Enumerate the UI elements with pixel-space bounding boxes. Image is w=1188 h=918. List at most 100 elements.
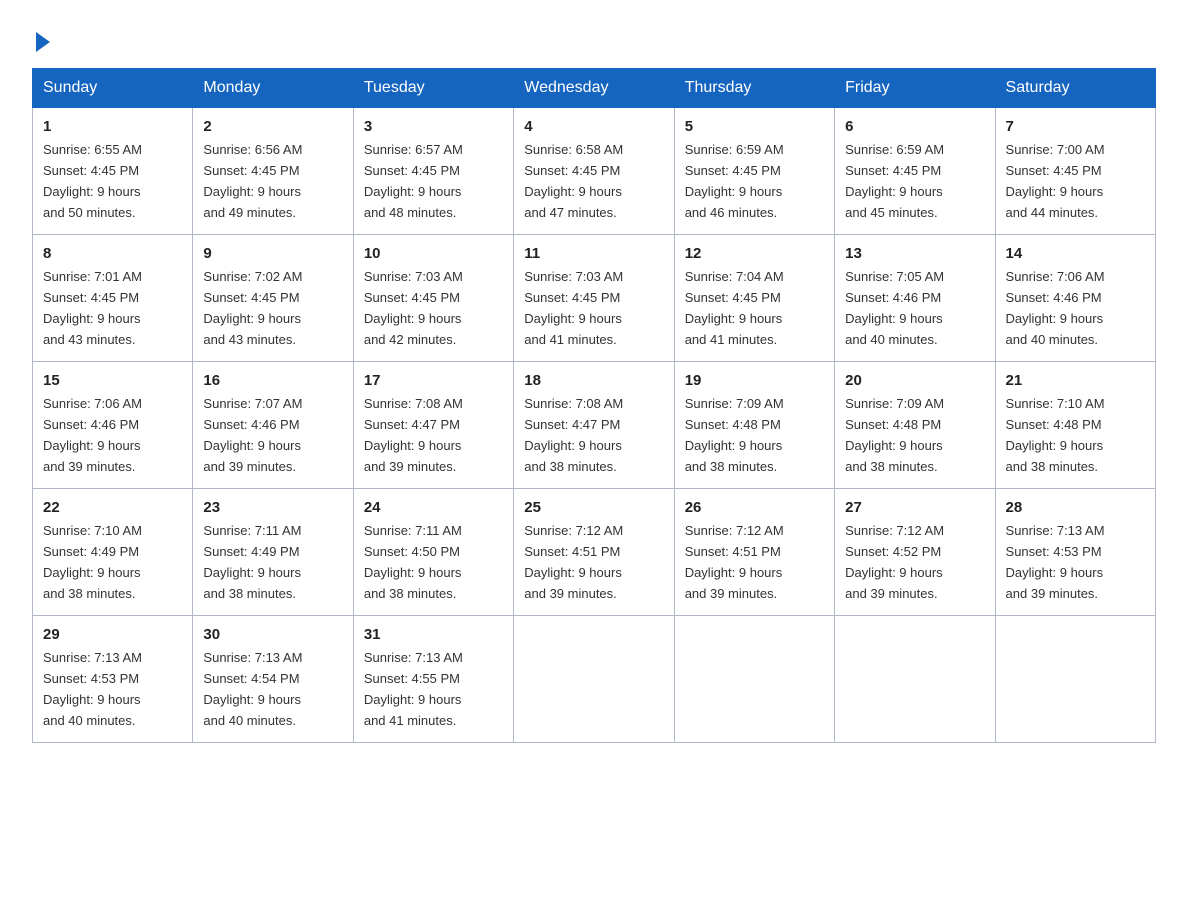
calendar-cell: 12 Sunrise: 7:04 AMSunset: 4:45 PMDayligh… <box>674 234 834 361</box>
calendar-cell: 2 Sunrise: 6:56 AMSunset: 4:45 PMDaylight… <box>193 108 353 235</box>
day-number: 27 <box>845 496 984 519</box>
calendar-table: SundayMondayTuesdayWednesdayThursdayFrid… <box>32 68 1156 743</box>
day-number: 9 <box>203 242 342 265</box>
day-info: Sunrise: 7:09 AMSunset: 4:48 PMDaylight:… <box>685 396 784 474</box>
day-number: 25 <box>524 496 663 519</box>
calendar-cell: 5 Sunrise: 6:59 AMSunset: 4:45 PMDaylight… <box>674 108 834 235</box>
day-info: Sunrise: 6:58 AMSunset: 4:45 PMDaylight:… <box>524 142 623 220</box>
day-number: 29 <box>43 623 182 646</box>
calendar-cell: 29 Sunrise: 7:13 AMSunset: 4:53 PMDayligh… <box>33 615 193 742</box>
calendar-cell: 3Sunrise: 6:57 AMSunset: 4:45 PMDaylight… <box>353 108 513 235</box>
day-info: Sunrise: 7:07 AMSunset: 4:46 PMDaylight:… <box>203 396 302 474</box>
day-info: Sunrise: 7:12 AMSunset: 4:51 PMDaylight:… <box>524 523 623 601</box>
calendar-cell: 14 Sunrise: 7:06 AMSunset: 4:46 PMDayligh… <box>995 234 1155 361</box>
day-info: Sunrise: 6:55 AMSunset: 4:45 PMDaylight:… <box>43 142 142 220</box>
day-number: 30 <box>203 623 342 646</box>
calendar-cell: 31 Sunrise: 7:13 AMSunset: 4:55 PMDayligh… <box>353 615 513 742</box>
calendar-cell: 27 Sunrise: 7:12 AMSunset: 4:52 PMDayligh… <box>835 488 995 615</box>
header-saturday: Saturday <box>995 69 1155 108</box>
day-info: Sunrise: 7:00 AMSunset: 4:45 PMDaylight:… <box>1006 142 1105 220</box>
day-number: 20 <box>845 369 984 392</box>
header-tuesday: Tuesday <box>353 69 513 108</box>
day-number: 31 <box>364 623 503 646</box>
day-info: Sunrise: 7:10 AMSunset: 4:48 PMDaylight:… <box>1006 396 1105 474</box>
day-info: Sunrise: 7:02 AMSunset: 4:45 PMDaylight:… <box>203 269 302 347</box>
calendar-cell: 13Sunrise: 7:05 AMSunset: 4:46 PMDayligh… <box>835 234 995 361</box>
day-number: 16 <box>203 369 342 392</box>
day-info: Sunrise: 7:13 AMSunset: 4:53 PMDaylight:… <box>1006 523 1105 601</box>
calendar-cell: 30Sunrise: 7:13 AMSunset: 4:54 PMDayligh… <box>193 615 353 742</box>
header-thursday: Thursday <box>674 69 834 108</box>
day-number: 5 <box>685 115 824 138</box>
weekday-header-row: SundayMondayTuesdayWednesdayThursdayFrid… <box>33 69 1156 108</box>
day-number: 2 <box>203 115 342 138</box>
calendar-cell <box>514 615 674 742</box>
day-info: Sunrise: 7:13 AMSunset: 4:53 PMDaylight:… <box>43 650 142 728</box>
day-info: Sunrise: 6:56 AMSunset: 4:45 PMDaylight:… <box>203 142 302 220</box>
calendar-cell: 17 Sunrise: 7:08 AMSunset: 4:47 PMDayligh… <box>353 361 513 488</box>
header-wednesday: Wednesday <box>514 69 674 108</box>
day-info: Sunrise: 7:09 AMSunset: 4:48 PMDaylight:… <box>845 396 944 474</box>
day-number: 14 <box>1006 242 1145 265</box>
day-number: 13 <box>845 242 984 265</box>
logo-blue-text <box>32 30 50 50</box>
calendar-cell: 11Sunrise: 7:03 AMSunset: 4:45 PMDayligh… <box>514 234 674 361</box>
day-number: 26 <box>685 496 824 519</box>
day-number: 8 <box>43 242 182 265</box>
logo <box>32 24 50 50</box>
day-info: Sunrise: 7:08 AMSunset: 4:47 PMDaylight:… <box>364 396 463 474</box>
calendar-cell: 20 Sunrise: 7:09 AMSunset: 4:48 PMDayligh… <box>835 361 995 488</box>
day-info: Sunrise: 7:10 AMSunset: 4:49 PMDaylight:… <box>43 523 142 601</box>
calendar-cell: 18 Sunrise: 7:08 AMSunset: 4:47 PMDayligh… <box>514 361 674 488</box>
week-row-2: 8 Sunrise: 7:01 AMSunset: 4:45 PMDaylight… <box>33 234 1156 361</box>
day-info: Sunrise: 7:01 AMSunset: 4:45 PMDaylight:… <box>43 269 142 347</box>
day-number: 17 <box>364 369 503 392</box>
day-number: 23 <box>203 496 342 519</box>
logo-arrow-icon <box>36 32 50 52</box>
day-info: Sunrise: 7:11 AMSunset: 4:49 PMDaylight:… <box>203 523 301 601</box>
day-number: 7 <box>1006 115 1145 138</box>
calendar-cell: 21Sunrise: 7:10 AMSunset: 4:48 PMDayligh… <box>995 361 1155 488</box>
day-number: 11 <box>524 242 663 265</box>
calendar-cell <box>995 615 1155 742</box>
calendar-cell: 25 Sunrise: 7:12 AMSunset: 4:51 PMDayligh… <box>514 488 674 615</box>
week-row-1: 1 Sunrise: 6:55 AMSunset: 4:45 PMDaylight… <box>33 108 1156 235</box>
calendar-cell: 23 Sunrise: 7:11 AMSunset: 4:49 PMDayligh… <box>193 488 353 615</box>
day-number: 10 <box>364 242 503 265</box>
day-info: Sunrise: 6:59 AMSunset: 4:45 PMDaylight:… <box>845 142 944 220</box>
day-info: Sunrise: 7:08 AMSunset: 4:47 PMDaylight:… <box>524 396 623 474</box>
header-monday: Monday <box>193 69 353 108</box>
calendar-cell: 24Sunrise: 7:11 AMSunset: 4:50 PMDayligh… <box>353 488 513 615</box>
week-row-4: 22 Sunrise: 7:10 AMSunset: 4:49 PMDayligh… <box>33 488 1156 615</box>
calendar-cell: 26 Sunrise: 7:12 AMSunset: 4:51 PMDayligh… <box>674 488 834 615</box>
calendar-cell: 22 Sunrise: 7:10 AMSunset: 4:49 PMDayligh… <box>33 488 193 615</box>
calendar-cell: 28 Sunrise: 7:13 AMSunset: 4:53 PMDayligh… <box>995 488 1155 615</box>
day-number: 18 <box>524 369 663 392</box>
day-info: Sunrise: 7:12 AMSunset: 4:52 PMDaylight:… <box>845 523 944 601</box>
day-info: Sunrise: 7:12 AMSunset: 4:51 PMDaylight:… <box>685 523 784 601</box>
day-number: 19 <box>685 369 824 392</box>
day-info: Sunrise: 7:03 AMSunset: 4:45 PMDaylight:… <box>364 269 463 347</box>
calendar-cell: 15Sunrise: 7:06 AMSunset: 4:46 PMDayligh… <box>33 361 193 488</box>
day-info: Sunrise: 7:04 AMSunset: 4:45 PMDaylight:… <box>685 269 784 347</box>
day-number: 12 <box>685 242 824 265</box>
calendar-cell: 8 Sunrise: 7:01 AMSunset: 4:45 PMDaylight… <box>33 234 193 361</box>
header-sunday: Sunday <box>33 69 193 108</box>
calendar-cell: 10 Sunrise: 7:03 AMSunset: 4:45 PMDayligh… <box>353 234 513 361</box>
day-number: 22 <box>43 496 182 519</box>
calendar-cell: 7 Sunrise: 7:00 AMSunset: 4:45 PMDaylight… <box>995 108 1155 235</box>
day-info: Sunrise: 6:59 AMSunset: 4:45 PMDaylight:… <box>685 142 784 220</box>
calendar-cell: 16 Sunrise: 7:07 AMSunset: 4:46 PMDayligh… <box>193 361 353 488</box>
day-number: 4 <box>524 115 663 138</box>
calendar-cell: 9 Sunrise: 7:02 AMSunset: 4:45 PMDaylight… <box>193 234 353 361</box>
week-row-5: 29 Sunrise: 7:13 AMSunset: 4:53 PMDayligh… <box>33 615 1156 742</box>
calendar-cell: 1 Sunrise: 6:55 AMSunset: 4:45 PMDaylight… <box>33 108 193 235</box>
day-info: Sunrise: 7:06 AMSunset: 4:46 PMDaylight:… <box>43 396 142 474</box>
day-info: Sunrise: 7:13 AMSunset: 4:55 PMDaylight:… <box>364 650 463 728</box>
day-info: Sunrise: 7:06 AMSunset: 4:46 PMDaylight:… <box>1006 269 1105 347</box>
day-number: 24 <box>364 496 503 519</box>
day-number: 28 <box>1006 496 1145 519</box>
calendar-cell: 19 Sunrise: 7:09 AMSunset: 4:48 PMDayligh… <box>674 361 834 488</box>
day-number: 1 <box>43 115 182 138</box>
day-number: 3 <box>364 115 503 138</box>
